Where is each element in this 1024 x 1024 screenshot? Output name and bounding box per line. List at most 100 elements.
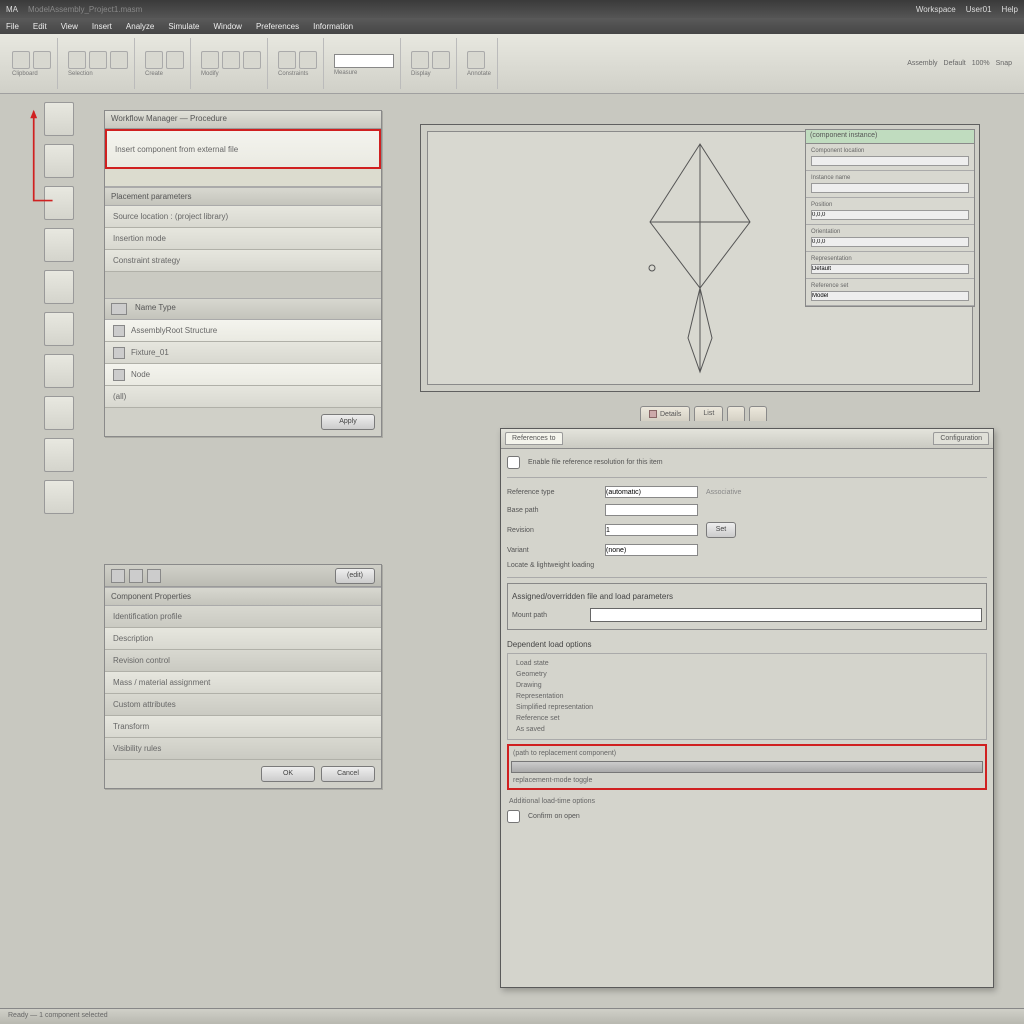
menu-info[interactable]: Information — [313, 22, 353, 31]
set-button[interactable]: Set — [706, 522, 736, 538]
option-item[interactable]: Geometry — [514, 669, 980, 680]
workflow-row[interactable]: Constraint strategy — [105, 250, 381, 272]
titlebar-workspace[interactable]: Workspace — [916, 5, 956, 14]
toolbar-icon[interactable] — [129, 569, 143, 583]
variant-input[interactable] — [605, 544, 698, 556]
ribbon-icon[interactable] — [12, 51, 30, 69]
ribbon-icon[interactable] — [222, 51, 240, 69]
prop-row: Orientation — [806, 225, 974, 252]
model-viewport[interactable]: (component instance) Component location … — [420, 124, 980, 392]
prop-input[interactable] — [811, 291, 969, 301]
palette-tool[interactable] — [44, 438, 74, 472]
menu-view[interactable]: View — [61, 22, 78, 31]
ribbon-icon[interactable] — [145, 51, 163, 69]
menu-file[interactable]: File — [6, 22, 19, 31]
ribbon-mode[interactable]: Assembly — [907, 60, 937, 67]
workflow-row[interactable]: Insertion mode — [105, 228, 381, 250]
list-item[interactable]: (all) — [105, 386, 381, 408]
properties-row[interactable]: Custom attributes — [105, 694, 381, 716]
prop-input[interactable] — [811, 183, 969, 193]
dialog-checkbox-row: Confirm on open — [507, 807, 987, 826]
ribbon-icon[interactable] — [243, 51, 261, 69]
toolbar-icon[interactable] — [111, 569, 125, 583]
dialog-tab-list[interactable]: List — [694, 406, 723, 421]
ok-button[interactable]: OK — [261, 766, 315, 782]
ribbon-icon[interactable] — [411, 51, 429, 69]
list-item[interactable]: AssemblyRoot Structure — [105, 320, 381, 342]
option-item[interactable]: As saved — [514, 724, 980, 735]
ribbon-icon[interactable] — [299, 51, 317, 69]
list-item-label: Node — [131, 370, 150, 379]
palette-tool[interactable] — [44, 270, 74, 304]
reference-type-input[interactable] — [605, 486, 698, 498]
properties-row[interactable]: Visibility rules — [105, 738, 381, 760]
mount-path-input[interactable] — [590, 608, 982, 622]
trailing-option[interactable]: Additional load-time options — [507, 796, 987, 807]
dialog-tab[interactable] — [727, 406, 745, 421]
toolbar-button[interactable]: (edit) — [335, 568, 375, 584]
ribbon-icon[interactable] — [432, 51, 450, 69]
properties-row[interactable]: Revision control — [105, 650, 381, 672]
highlight-line[interactable]: replacement-mode toggle — [511, 775, 983, 786]
menu-insert[interactable]: Insert — [92, 22, 112, 31]
menu-simulate[interactable]: Simulate — [168, 22, 199, 31]
workflow-row[interactable]: Source location : (project library) — [105, 206, 381, 228]
prop-input[interactable] — [811, 237, 969, 247]
menu-edit[interactable]: Edit — [33, 22, 47, 31]
dialog-header-tab-right[interactable]: Configuration — [933, 432, 989, 445]
ribbon-icon[interactable] — [89, 51, 107, 69]
ribbon-icon[interactable] — [278, 51, 296, 69]
palette-tool[interactable] — [44, 102, 74, 136]
prop-input[interactable] — [811, 210, 969, 220]
ribbon-zoom[interactable]: 100% — [972, 60, 990, 67]
palette-tool[interactable] — [44, 186, 74, 220]
option-item[interactable]: Load state — [514, 658, 980, 669]
palette-tool[interactable] — [44, 354, 74, 388]
properties-row[interactable]: Mass / material assignment — [105, 672, 381, 694]
palette-tool[interactable] — [44, 480, 74, 514]
dialog-tab[interactable] — [749, 406, 767, 421]
ribbon-snap[interactable]: Snap — [996, 60, 1012, 67]
titlebar-help[interactable]: Help — [1002, 5, 1018, 14]
menu-prefs[interactable]: Preferences — [256, 22, 299, 31]
apply-button[interactable]: Apply — [321, 414, 375, 430]
ribbon-icon[interactable] — [68, 51, 86, 69]
ribbon-icon[interactable] — [166, 51, 184, 69]
palette-tool[interactable] — [44, 312, 74, 346]
prop-input[interactable] — [811, 156, 969, 166]
titlebar-user[interactable]: User01 — [966, 5, 992, 14]
list-item[interactable]: Fixture_01 — [105, 342, 381, 364]
enable-resolution-checkbox[interactable] — [507, 456, 520, 469]
revision-input[interactable] — [605, 524, 698, 536]
palette-tool[interactable] — [44, 396, 74, 430]
app-badge: MA — [6, 5, 18, 14]
prop-input[interactable] — [811, 264, 969, 274]
menu-window[interactable]: Window — [214, 22, 242, 31]
ribbon-icon[interactable] — [467, 51, 485, 69]
palette-tool[interactable] — [44, 228, 74, 262]
ribbon-view[interactable]: Default — [944, 60, 966, 67]
option-item[interactable]: Drawing — [514, 680, 980, 691]
ribbon-icon[interactable] — [110, 51, 128, 69]
ribbon-search-input[interactable] — [334, 54, 394, 68]
properties-row[interactable]: Description — [105, 628, 381, 650]
option-item[interactable]: Representation — [514, 691, 980, 702]
highlight-input[interactable] — [511, 761, 983, 773]
palette-tool[interactable] — [44, 144, 74, 178]
base-path-input[interactable] — [605, 504, 698, 516]
dialog-header-tab-left[interactable]: References to — [505, 432, 563, 445]
toolbar-icon[interactable] — [147, 569, 161, 583]
option-item[interactable]: Reference set — [514, 713, 980, 724]
dialog-tab-details[interactable]: Details — [640, 406, 690, 421]
workflow-highlight-row[interactable]: Insert component from external file — [105, 129, 381, 169]
ribbon-icon[interactable] — [201, 51, 219, 69]
highlight-line[interactable]: (path to replacement component) — [511, 748, 983, 759]
list-item[interactable]: Node — [105, 364, 381, 386]
cancel-button[interactable]: Cancel — [321, 766, 375, 782]
ribbon-icon[interactable] — [33, 51, 51, 69]
properties-row[interactable]: Transform — [105, 716, 381, 738]
menu-analyze[interactable]: Analyze — [126, 22, 154, 31]
option-item[interactable]: Simplified representation — [514, 702, 980, 713]
confirm-checkbox[interactable] — [507, 810, 520, 823]
properties-row[interactable]: Identification profile — [105, 606, 381, 628]
